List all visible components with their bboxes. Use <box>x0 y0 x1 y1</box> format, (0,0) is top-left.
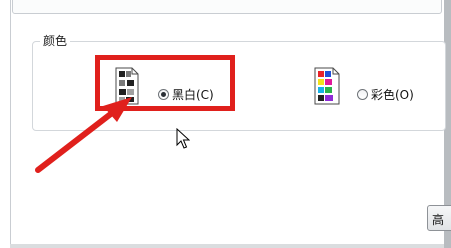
print-settings-dialog: 颜色 黑白(C) 彩色(O) 高 <box>0 0 451 248</box>
annotation-arrow <box>35 97 132 173</box>
mouse-cursor-icon <box>176 128 190 149</box>
